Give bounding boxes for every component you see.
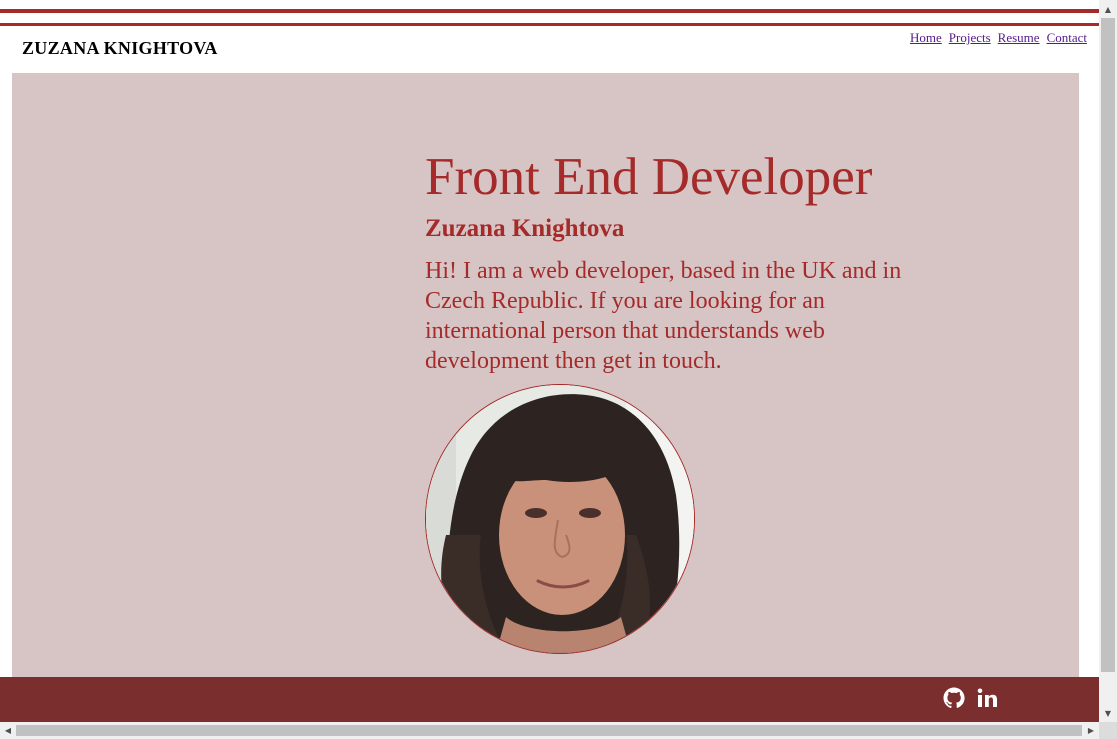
footer-social-icons: [942, 686, 999, 710]
horizontal-scrollbar[interactable]: ◀ ▶: [0, 722, 1099, 739]
horizontal-scroll-thumb[interactable]: [16, 725, 1082, 736]
nav-projects-link[interactable]: Projects: [949, 30, 991, 46]
site-title: ZUZANA KNIGHTOVA: [22, 38, 218, 58]
vertical-scroll-thumb[interactable]: [1101, 18, 1115, 672]
vertical-scrollbar[interactable]: ▲ ▼: [1099, 0, 1117, 722]
scrollbar-corner: [1099, 722, 1117, 739]
nav-home-link[interactable]: Home: [910, 30, 942, 46]
top-border-line: [0, 9, 1099, 13]
nav-resume-link[interactable]: Resume: [998, 30, 1040, 46]
hero-section: Front End Developer Zuzana Knightova Hi!…: [12, 73, 1079, 678]
hero-bio: Hi! I am a web developer, based in the U…: [425, 258, 902, 374]
footer: [0, 677, 1099, 722]
scroll-up-arrow-icon[interactable]: ▲: [1099, 0, 1117, 18]
portrait-photo: [425, 384, 695, 654]
nav-contact-link[interactable]: Contact: [1047, 30, 1087, 46]
hero-name: Zuzana Knightova: [425, 215, 625, 242]
top-border-line-secondary: [0, 23, 1099, 26]
scroll-left-arrow-icon[interactable]: ◀: [0, 722, 16, 739]
linkedin-icon[interactable]: [975, 686, 999, 710]
main-nav: Home Projects Resume Contact: [910, 30, 1087, 46]
scroll-down-arrow-icon[interactable]: ▼: [1099, 704, 1117, 722]
github-icon[interactable]: [942, 686, 966, 710]
scroll-right-arrow-icon[interactable]: ▶: [1083, 722, 1099, 739]
portrait-image: [426, 385, 694, 653]
hero-title: Front End Developer: [425, 148, 873, 206]
